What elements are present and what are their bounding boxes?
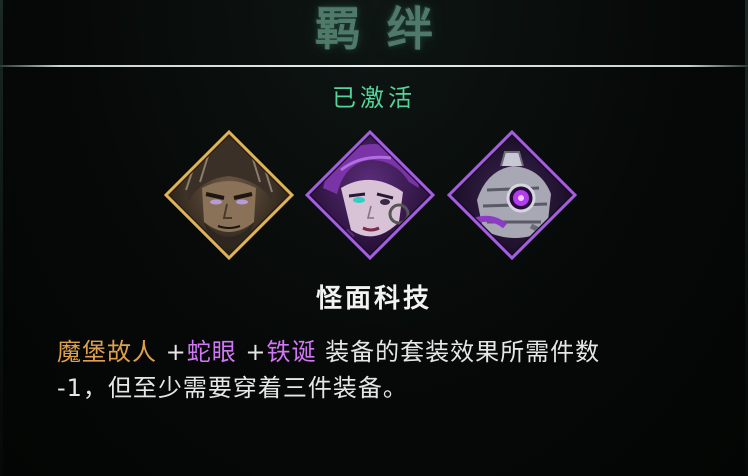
activation-status: 已激活 [332,84,416,112]
member-name-1: 魔堡故人 [57,338,157,366]
plus-separator-1: + [157,338,187,366]
description-line-2: -1，但至少需要穿着三件装备。 [57,374,408,402]
member-portrait-2[interactable] [305,130,435,260]
bond-panel: 羁绊 已激活 怪面科技 魔堡故人 +蛇眼 +铁诞 装备的套装效果所需件数 -1，… [0,0,748,476]
mechanical-creature-portrait-icon [447,130,577,260]
grizzled-warrior-portrait-icon [164,130,294,260]
member-name-3: 铁诞 [266,338,317,366]
member-portrait-3[interactable] [447,130,577,260]
bond-description: 魔堡故人 +蛇眼 +铁诞 装备的套装效果所需件数 -1，但至少需要穿着三件装备。 [57,334,717,406]
member-name-2: 蛇眼 [186,338,237,366]
description-line-1: 魔堡故人 +蛇眼 +铁诞 装备的套装效果所需件数 [57,334,717,370]
panel-title: 羁绊 [315,2,459,56]
member-portrait-1[interactable] [164,130,294,260]
title-divider [0,65,748,67]
bond-name: 怪面科技 [315,284,432,314]
purple-haired-woman-portrait-icon [305,130,435,260]
description-text-line-1: 装备的套装效果所需件数 [316,338,601,366]
plus-separator-2: + [236,338,267,366]
bond-member-portraits [0,130,748,262]
